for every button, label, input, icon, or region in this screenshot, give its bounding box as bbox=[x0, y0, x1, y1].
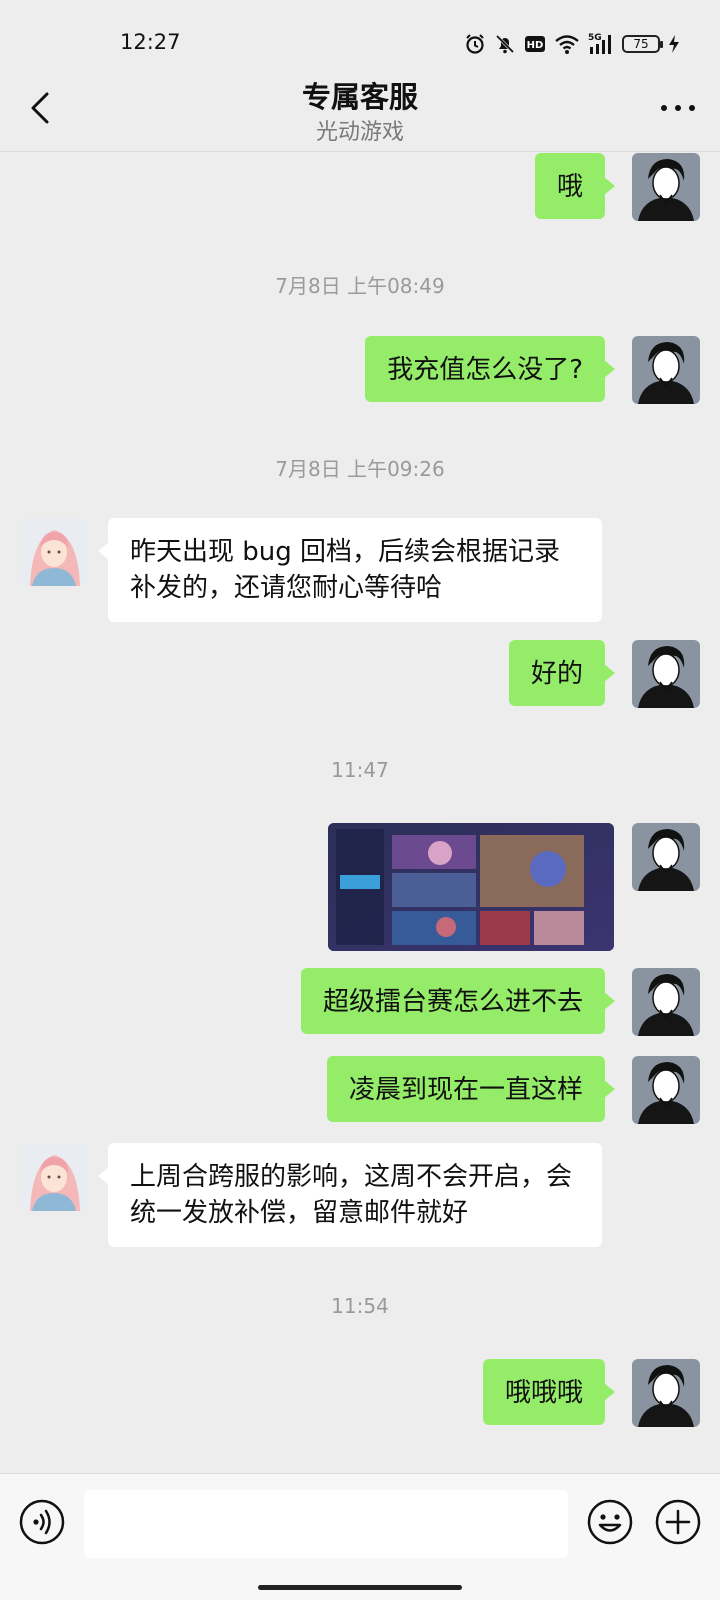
service-avatar[interactable] bbox=[20, 518, 88, 586]
message-text: 超级擂台赛怎么进不去 bbox=[322, 987, 583, 1017]
girl-avatar-icon bbox=[20, 518, 88, 586]
battery-level: 75 bbox=[633, 37, 649, 51]
man-avatar-icon bbox=[632, 1056, 700, 1124]
message-text: 哦 bbox=[556, 172, 583, 202]
message-text: 我充值怎么没了? bbox=[387, 355, 583, 385]
girl-avatar-icon bbox=[20, 1143, 88, 1211]
status-time: 12:27 bbox=[120, 30, 181, 54]
plus-icon bbox=[655, 1499, 701, 1545]
my-message-bubble[interactable]: 超级擂台赛怎么进不去 bbox=[300, 968, 616, 1034]
game-screenshot-image bbox=[328, 823, 614, 951]
message-input[interactable] bbox=[84, 1490, 568, 1558]
man-avatar-icon bbox=[632, 968, 700, 1036]
man-avatar-icon bbox=[632, 823, 700, 891]
chat-title: 专属客服 bbox=[301, 80, 418, 114]
more-button[interactable] bbox=[658, 96, 698, 120]
man-avatar-icon bbox=[632, 640, 700, 708]
my-message-bubble[interactable]: 哦 bbox=[534, 153, 616, 219]
input-bar bbox=[0, 1473, 720, 1600]
my-avatar[interactable] bbox=[632, 823, 700, 891]
man-avatar-icon bbox=[632, 153, 700, 221]
more-dots-icon bbox=[661, 105, 695, 111]
my-avatar[interactable] bbox=[632, 153, 700, 221]
timestamp: 7月8日 上午09:26 bbox=[275, 457, 445, 481]
service-avatar[interactable] bbox=[20, 1143, 88, 1211]
chat-subtitle: 光动游戏 bbox=[315, 120, 404, 145]
add-button[interactable] bbox=[654, 1498, 702, 1546]
emoji-icon bbox=[587, 1499, 633, 1545]
my-avatar[interactable] bbox=[632, 336, 700, 404]
timestamp: 11:54 bbox=[331, 1294, 389, 1318]
my-message-bubble[interactable]: 好的 bbox=[508, 640, 616, 706]
signal-icon: 5G bbox=[588, 33, 611, 54]
my-message-bubble[interactable]: 我充值怎么没了? bbox=[365, 336, 615, 402]
my-avatar[interactable] bbox=[632, 1056, 700, 1124]
my-message-bubble[interactable]: 哦哦哦 bbox=[482, 1359, 616, 1425]
message-text: 好的 bbox=[530, 659, 583, 689]
charging-icon bbox=[669, 35, 679, 53]
image-message[interactable] bbox=[328, 823, 614, 951]
timestamp: 11:47 bbox=[331, 758, 389, 782]
my-avatar[interactable] bbox=[632, 640, 700, 708]
wifi-icon bbox=[555, 35, 579, 54]
message-text: 凌晨到现在一直这样 bbox=[348, 1075, 583, 1105]
my-avatar[interactable] bbox=[632, 1359, 700, 1427]
battery-icon: 75 bbox=[622, 35, 663, 53]
voice-button[interactable] bbox=[18, 1498, 66, 1546]
man-avatar-icon bbox=[632, 1359, 700, 1427]
home-indicator[interactable] bbox=[258, 1585, 462, 1590]
svg-text:HD: HD bbox=[527, 40, 544, 51]
message-text: 上周合跨服的影响，这周不会开启，会统一发放补偿，留意邮件就好 bbox=[130, 1162, 573, 1228]
status-icons: HD 5G 75 bbox=[464, 32, 680, 56]
alarm-icon bbox=[466, 34, 484, 54]
svg-text:5G: 5G bbox=[588, 33, 602, 43]
service-message-bubble[interactable]: 昨天出现 bug 回档，后续会根据记录补发的，还请您耐心等待哈 bbox=[98, 518, 602, 622]
service-message-bubble[interactable]: 上周合跨服的影响，这周不会开启，会统一发放补偿，留意邮件就好 bbox=[98, 1143, 602, 1247]
message-text: 昨天出现 bug 回档，后续会根据记录补发的，还请您耐心等待哈 bbox=[130, 537, 561, 603]
chat-header: 专属客服 光动游戏 bbox=[0, 66, 720, 152]
my-message-bubble[interactable]: 凌晨到现在一直这样 bbox=[326, 1056, 616, 1122]
my-avatar[interactable] bbox=[632, 968, 700, 1036]
voice-icon bbox=[19, 1499, 65, 1545]
mute-icon bbox=[495, 34, 515, 54]
emoji-button[interactable] bbox=[586, 1498, 634, 1546]
chat-messages[interactable]: 哦 7月8日 上午08:49 我充值怎么没了? 7月8日 上午09:26 昨天出… bbox=[0, 153, 720, 1473]
timestamp: 7月8日 上午08:49 bbox=[275, 274, 445, 298]
status-bar: 12:27 HD 5G 75 bbox=[0, 0, 720, 66]
hd-icon: HD bbox=[525, 36, 545, 52]
man-avatar-icon bbox=[632, 336, 700, 404]
message-text: 哦哦哦 bbox=[504, 1378, 583, 1408]
